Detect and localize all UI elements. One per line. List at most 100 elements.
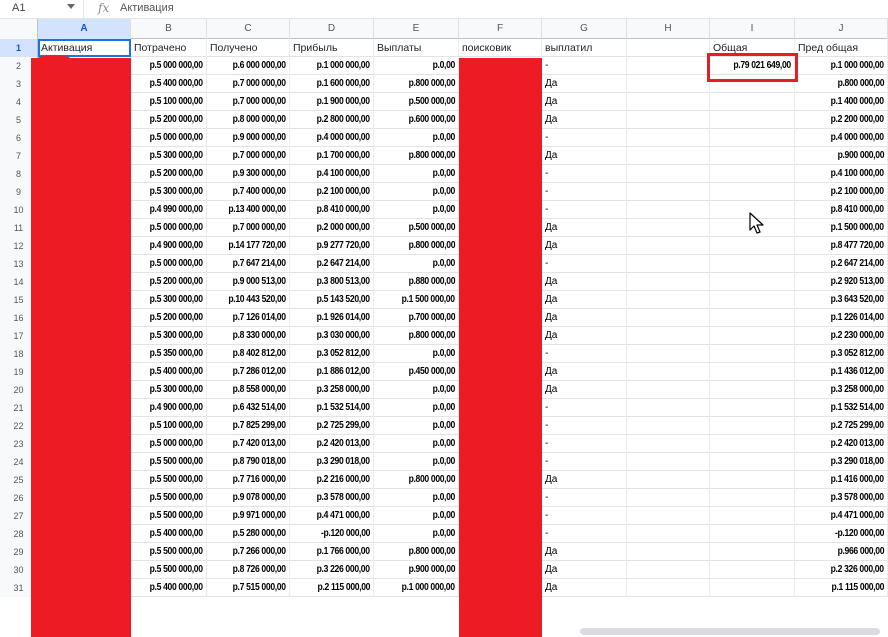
cell-received[interactable]: р.8 402 812,00 [207,345,290,363]
cell-empty[interactable] [710,399,795,417]
header-cell-c[interactable]: Получено [207,39,290,57]
column-header-a[interactable]: A [38,19,131,39]
cell-payouts[interactable]: р.800 000,00 [374,75,459,93]
cell-paid[interactable]: - [542,399,627,417]
cell-received[interactable]: р.7 515 000,00 [207,579,290,597]
cell-paid[interactable]: - [542,435,627,453]
header-cell-h[interactable] [627,39,710,57]
cell-received[interactable]: р.8 330 000,00 [207,327,290,345]
cell-empty[interactable] [627,489,710,507]
cell-payouts[interactable]: р.0,00 [374,525,459,543]
cell-spent[interactable]: р.5 100 000,00 [131,93,207,111]
cell-empty[interactable] [710,345,795,363]
cell-received[interactable]: р.7 420 013,00 [207,435,290,453]
cell-empty[interactable] [627,219,710,237]
cell-empty[interactable] [627,93,710,111]
cell-prev-total[interactable]: р.1 226 014,00 [795,309,888,327]
cell-empty[interactable] [627,255,710,273]
column-header-h[interactable]: H [627,19,710,39]
cell-profit[interactable]: р.1 900 000,00 [290,93,374,111]
cell-profit[interactable]: р.2 647 214,00 [290,255,374,273]
cell-paid[interactable]: Да [542,309,627,327]
cell-prev-total[interactable]: р.3 290 018,00 [795,453,888,471]
cell-profit[interactable]: р.2 216 000,00 [290,471,374,489]
cell-payouts[interactable]: р.0,00 [374,381,459,399]
cell-payouts[interactable]: р.700 000,00 [374,309,459,327]
cell-prev-total[interactable]: р.8 477 720,00 [795,237,888,255]
header-cell-j[interactable]: Пред общая [795,39,888,57]
column-header-j[interactable]: J [795,19,888,39]
cell-paid[interactable]: Да [542,111,627,129]
cell-paid[interactable]: - [542,507,627,525]
cell-payouts[interactable]: р.800 000,00 [374,543,459,561]
cell-spent[interactable]: р.5 000 000,00 [131,255,207,273]
cell-paid[interactable]: Да [542,561,627,579]
cell-profit[interactable]: р.1 000 000,00 [290,57,374,75]
cell-payouts[interactable]: р.0,00 [374,417,459,435]
cell-profit[interactable]: р.2 800 000,00 [290,111,374,129]
cell-paid[interactable]: Да [542,273,627,291]
cell-empty[interactable] [627,507,710,525]
cell-empty[interactable] [627,561,710,579]
cell-empty[interactable] [710,75,795,93]
cell-profit[interactable]: р.2 115 000,00 [290,579,374,597]
cell-prev-total[interactable]: -р.120 000,00 [795,525,888,543]
column-header-e[interactable]: E [374,19,459,39]
cell-payouts[interactable]: р.0,00 [374,399,459,417]
cell-paid[interactable]: - [542,165,627,183]
cell-spent[interactable]: р.5 200 000,00 [131,165,207,183]
cell-spent[interactable]: р.5 000 000,00 [131,435,207,453]
cell-spent[interactable]: р.5 500 000,00 [131,453,207,471]
cell-empty[interactable] [710,327,795,345]
cell-spent[interactable]: р.5 000 000,00 [131,57,207,75]
cell-prev-total[interactable]: р.3 578 000,00 [795,489,888,507]
cell-spent[interactable]: р.5 300 000,00 [131,147,207,165]
cell-empty[interactable] [710,93,795,111]
cell-paid[interactable]: - [542,129,627,147]
cell-payouts[interactable]: р.500 000,00 [374,219,459,237]
cell-prev-total[interactable]: р.2 647 214,00 [795,255,888,273]
cell-empty[interactable] [627,75,710,93]
cell-payouts[interactable]: р.0,00 [374,183,459,201]
horizontal-scrollbar[interactable] [580,628,880,635]
cell-prev-total[interactable]: р.2 200 000,00 [795,111,888,129]
cell-empty[interactable] [627,201,710,219]
cell-spent[interactable]: р.5 300 000,00 [131,381,207,399]
cell-received[interactable]: р.7 647 214,00 [207,255,290,273]
cell-payouts[interactable]: р.1 500 000,00 [374,291,459,309]
cell-paid[interactable]: Да [542,579,627,597]
cell-payouts[interactable]: р.0,00 [374,165,459,183]
cell-empty[interactable] [627,129,710,147]
cell-prev-total[interactable]: р.3 258 000,00 [795,381,888,399]
cell-profit[interactable]: р.1 766 000,00 [290,543,374,561]
cell-prev-total[interactable]: р.2 920 513,00 [795,273,888,291]
cell-paid[interactable]: - [542,255,627,273]
name-box[interactable]: A1 [0,0,84,18]
cell-paid[interactable]: - [542,417,627,435]
cell-payouts[interactable]: р.900 000,00 [374,561,459,579]
cell-prev-total[interactable]: р.2 326 000,00 [795,561,888,579]
cell-empty[interactable] [710,525,795,543]
cell-payouts[interactable]: р.880 000,00 [374,273,459,291]
cell-spent[interactable]: р.5 400 000,00 [131,75,207,93]
cell-profit[interactable]: р.8 410 000,00 [290,201,374,219]
cell-empty[interactable] [627,57,710,75]
cell-paid[interactable]: Да [542,291,627,309]
cell-received[interactable]: р.5 280 000,00 [207,525,290,543]
cell-received[interactable]: р.7 400 000,00 [207,183,290,201]
cell-profit[interactable]: р.3 258 000,00 [290,381,374,399]
cell-spent[interactable]: р.5 200 000,00 [131,273,207,291]
cell-profit[interactable]: р.3 578 000,00 [290,489,374,507]
cell-profit[interactable]: р.3 290 018,00 [290,453,374,471]
header-cell-f[interactable]: поисковик [459,39,542,57]
cell-empty[interactable] [627,111,710,129]
cell-prev-total[interactable]: р.966 000,00 [795,543,888,561]
cell-profit[interactable]: р.3 800 513,00 [290,273,374,291]
cell-spent[interactable]: р.5 500 000,00 [131,561,207,579]
column-header-c[interactable]: C [207,19,290,39]
cell-spent[interactable]: р.5 400 000,00 [131,579,207,597]
cell-prev-total[interactable]: р.1 436 012,00 [795,363,888,381]
cell-payouts[interactable]: р.800 000,00 [374,471,459,489]
cell-profit[interactable]: р.2 000 000,00 [290,219,374,237]
cell-empty[interactable] [710,273,795,291]
